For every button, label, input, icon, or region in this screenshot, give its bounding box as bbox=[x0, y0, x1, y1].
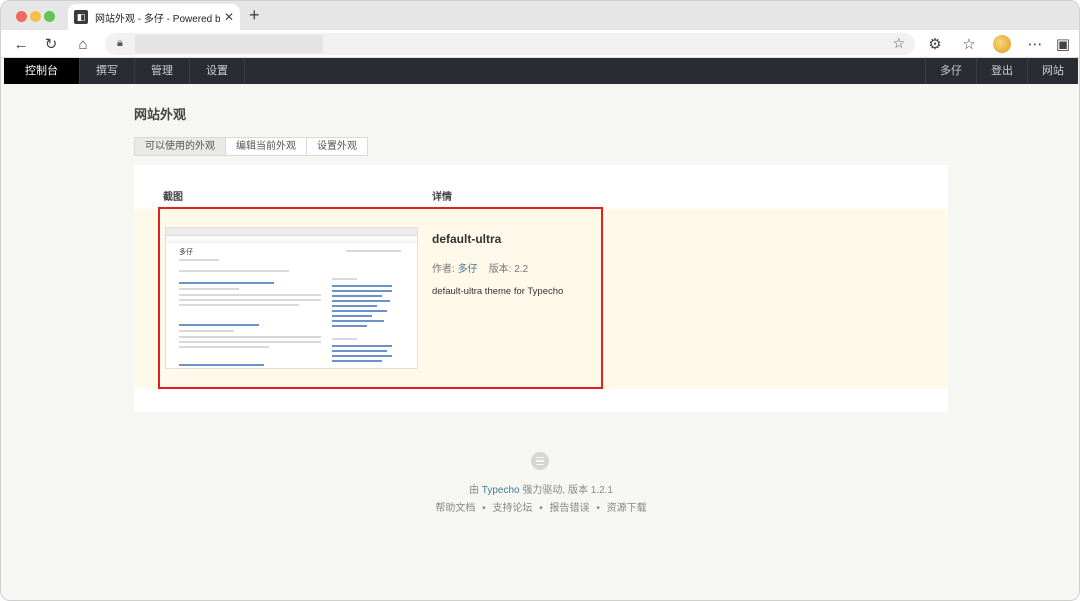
footer-links: 帮助文档 • 支持论坛 • 报告错误 • 资源下载 bbox=[4, 499, 1078, 514]
address-text bbox=[135, 35, 323, 53]
footer-link-report[interactable]: 报告错误 bbox=[550, 503, 590, 514]
extensions-icon[interactable]: ⚙ bbox=[925, 34, 945, 54]
maximize-window-button[interactable] bbox=[44, 11, 55, 22]
column-header-screenshot: 截图 bbox=[163, 192, 183, 203]
footer-link-forum[interactable]: 支持论坛 bbox=[492, 503, 532, 514]
nav-write[interactable]: 撰写 bbox=[80, 58, 135, 84]
nav-settings[interactable]: 设置 bbox=[190, 58, 245, 84]
browser-toolbar: ← ↻ ⌂ 🔒︎ ☆ ⚙ ☆ ⋯ ▣ bbox=[1, 30, 1079, 58]
favorites-icon[interactable]: ☆ bbox=[959, 34, 979, 54]
sidebar-toggle-icon[interactable]: ▣ bbox=[1053, 34, 1073, 54]
new-tab-icon[interactable]: + bbox=[249, 4, 260, 26]
footer-suffix: 强力驱动, 版本 1.2.1 bbox=[522, 485, 613, 496]
typecho-logo-icon bbox=[531, 452, 549, 470]
main-content: 网站外观 可以使用的外观 编辑当前外观 设置外观 截图 详情 多仔 defaul… bbox=[4, 84, 1078, 600]
nav-dashboard[interactable]: 控制台 bbox=[4, 58, 80, 84]
nav-logout[interactable]: 登出 bbox=[976, 58, 1027, 84]
home-icon[interactable]: ⌂ bbox=[73, 34, 93, 54]
tab-strip: ◧ 网站外观 - 多仔 - Powered by Ty ✕ + bbox=[1, 1, 1079, 30]
tab-theme-settings[interactable]: 设置外观 bbox=[306, 137, 368, 156]
admin-navbar: 控制台 撰写 管理 设置 多仔 登出 网站 bbox=[4, 58, 1078, 84]
back-icon[interactable]: ← bbox=[11, 34, 31, 54]
reload-icon[interactable]: ↻ bbox=[41, 34, 61, 54]
themes-table: 截图 详情 多仔 default-ultra 作者: 多仔 版本: 2.2 de… bbox=[134, 165, 948, 412]
nav-user[interactable]: 多仔 bbox=[925, 58, 976, 84]
close-window-button[interactable] bbox=[16, 11, 27, 22]
minimize-window-button[interactable] bbox=[30, 11, 41, 22]
tab-available-themes[interactable]: 可以使用的外观 bbox=[134, 137, 226, 156]
typecho-link[interactable]: Typecho bbox=[482, 485, 520, 496]
address-bar[interactable]: 🔒︎ ☆ bbox=[105, 33, 915, 55]
site-favicon-icon: ◧ bbox=[74, 10, 88, 24]
appearance-tabs: 可以使用的外观 编辑当前外观 设置外观 bbox=[134, 137, 368, 156]
page-title: 网站外观 bbox=[134, 107, 187, 122]
nav-site[interactable]: 网站 bbox=[1027, 58, 1078, 84]
profile-avatar[interactable] bbox=[993, 35, 1011, 53]
footer-link-download[interactable]: 资源下载 bbox=[607, 503, 647, 514]
tab-close-icon[interactable]: ✕ bbox=[224, 10, 234, 24]
lock-icon: 🔒︎ bbox=[117, 37, 123, 49]
footer-separator: • bbox=[482, 503, 486, 514]
browser-tab[interactable]: ◧ 网站外观 - 多仔 - Powered by Ty ✕ bbox=[68, 4, 240, 30]
favorite-star-icon[interactable]: ☆ bbox=[892, 35, 905, 52]
admin-navbar-right: 多仔 登出 网站 bbox=[925, 58, 1078, 84]
footer-link-help[interactable]: 帮助文档 bbox=[435, 503, 475, 514]
tab-title: 网站外观 - 多仔 - Powered by Ty bbox=[95, 13, 220, 25]
annotation-highlight-box bbox=[158, 207, 603, 389]
footer-prefix: 由 bbox=[469, 485, 480, 496]
column-header-details: 详情 bbox=[432, 192, 452, 203]
footer-separator: • bbox=[539, 503, 543, 514]
footer-separator: • bbox=[596, 503, 600, 514]
tab-edit-current-theme[interactable]: 编辑当前外观 bbox=[225, 137, 307, 156]
browser-window: ◧ 网站外观 - 多仔 - Powered by Ty ✕ + ← ↻ ⌂ 🔒︎… bbox=[0, 0, 1080, 601]
nav-manage[interactable]: 管理 bbox=[135, 58, 190, 84]
more-menu-icon[interactable]: ⋯ bbox=[1025, 34, 1045, 54]
footer-credit: 由 Typecho 强力驱动, 版本 1.2.1 bbox=[4, 481, 1078, 496]
